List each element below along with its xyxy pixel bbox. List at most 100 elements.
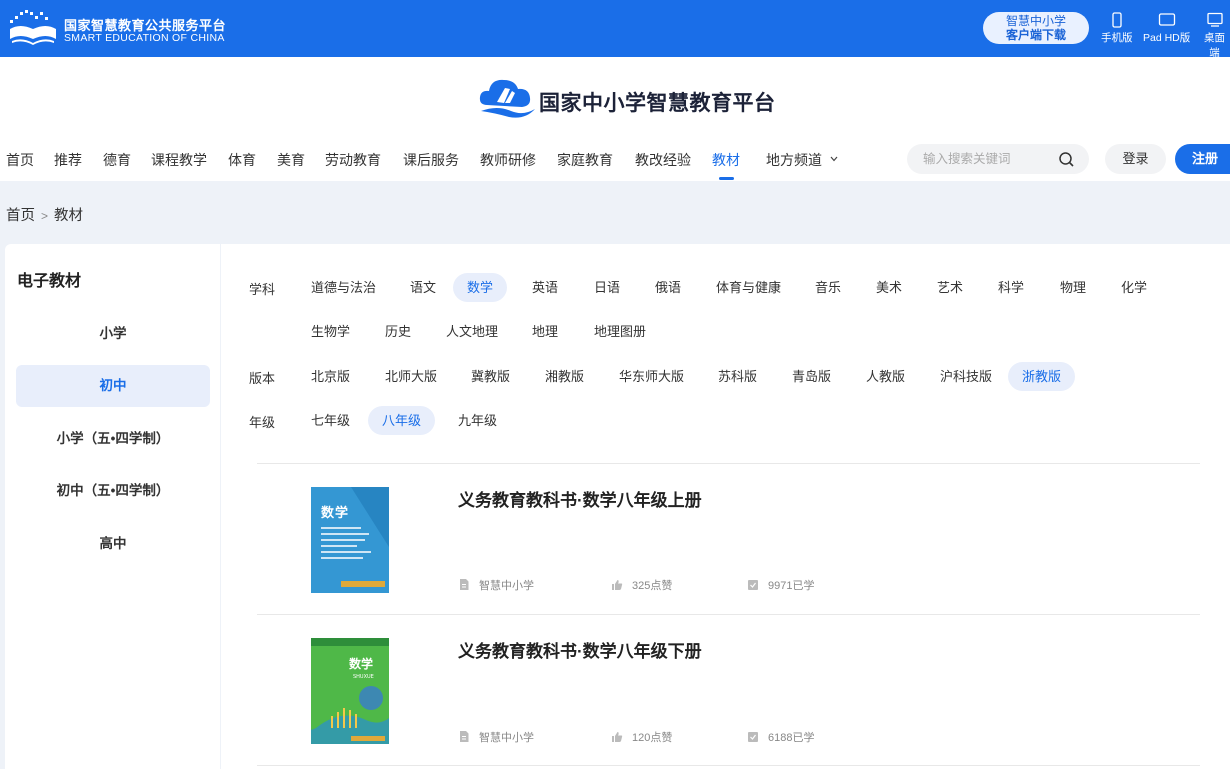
subject-chip-active[interactable]: 数学 <box>453 273 508 302</box>
desktop-icon <box>1206 12 1223 27</box>
subject-chip[interactable]: 生物学 <box>297 317 364 346</box>
edition-chip-active[interactable]: 浙教版 <box>1008 362 1076 391</box>
chevron-down-icon <box>830 156 838 162</box>
list-divider <box>257 463 1200 464</box>
edition-filter-label: 版本 <box>249 371 276 386</box>
nav-item-family[interactable]: 家庭教育 <box>557 150 613 170</box>
subject-chip[interactable]: 化学 <box>1107 273 1161 302</box>
grade-chip-active[interactable]: 八年级 <box>368 406 436 435</box>
subject-chip[interactable]: 道德与法治 <box>297 273 390 302</box>
nav-item-after-school[interactable]: 课后服务 <box>403 150 459 170</box>
svg-text:数学: 数学 <box>349 656 373 671</box>
edition-chip[interactable]: 苏科版 <box>704 362 771 391</box>
book-title[interactable]: 义务教育教科书·数学八年级上册 <box>458 486 702 511</box>
subject-chip[interactable]: 音乐 <box>801 273 855 302</box>
register-button[interactable]: 注册 <box>1175 144 1230 174</box>
thumbs-up-icon <box>612 580 623 590</box>
book-cover-image[interactable]: 数学 SHUXUE <box>311 638 389 744</box>
subject-chip[interactable]: 地理图册 <box>580 317 660 346</box>
book-learners-count: 9971已学 <box>768 580 815 592</box>
mobile-version-label: 手机版 <box>1101 32 1133 44</box>
brand-name-en: SMART EDUCATION OF CHINA <box>64 32 225 44</box>
subject-chip[interactable]: 日语 <box>580 273 634 302</box>
book-source-label: 智慧中小学 <box>479 732 534 744</box>
book-learners: 9971已学 <box>747 577 814 593</box>
book-source: 智慧中小学 <box>458 577 534 593</box>
svg-text:数: 数 <box>321 505 335 521</box>
site-logo-icon[interactable] <box>477 75 537 123</box>
platform-logo-icon[interactable] <box>6 9 60 47</box>
main-content: 学科 道德与法治 语文 数学 英语 日语 俄语 体育与健康 音乐 美术 艺术 科… <box>221 244 1230 769</box>
book-cover-image[interactable]: 数 学 <box>311 487 389 593</box>
study-icon <box>748 732 758 742</box>
subject-chip[interactable]: 地理 <box>518 317 572 346</box>
edition-chip[interactable]: 北京版 <box>297 362 364 391</box>
top-bar: 国家智慧教育公共服务平台 SMART EDUCATION OF CHINA 智慧… <box>0 0 1230 60</box>
svg-text:学: 学 <box>335 505 348 521</box>
mobile-version-link[interactable]: 手机版 <box>1101 12 1133 45</box>
desktop-version-link[interactable]: 桌面端 <box>1199 12 1230 60</box>
nav-item-recommend[interactable]: 推荐 <box>54 150 82 170</box>
edition-chip[interactable]: 沪科技版 <box>926 362 1006 391</box>
breadcrumb-current: 教材 <box>54 208 84 224</box>
phone-icon <box>1112 12 1122 28</box>
breadcrumb-separator: > <box>41 209 49 223</box>
desktop-version-label: 桌面端 <box>1204 32 1225 59</box>
nav-item-sports[interactable]: 体育 <box>228 150 256 170</box>
svg-text:SHUXUE: SHUXUE <box>353 674 374 680</box>
grade-filter-label: 年级 <box>249 415 276 430</box>
subject-chip[interactable]: 艺术 <box>923 273 977 302</box>
download-line2: 客户端下载 <box>1005 28 1066 42</box>
pad-version-label: Pad HD版 <box>1143 32 1191 44</box>
subject-chip[interactable]: 语文 <box>396 273 450 302</box>
sidebar-title: 电子教材 <box>17 273 82 290</box>
client-download-button[interactable]: 智慧中小学 客户端下载 <box>983 12 1089 44</box>
grade-chip[interactable]: 七年级 <box>297 406 364 435</box>
sidebar-item-junior-high[interactable]: 初中 <box>16 365 210 407</box>
edition-chip[interactable]: 人教版 <box>852 362 919 391</box>
site-title: 国家中小学智慧教育平台 <box>539 90 776 115</box>
subject-chip[interactable]: 人文地理 <box>432 317 512 346</box>
list-divider <box>257 614 1200 615</box>
nav-item-arts[interactable]: 美育 <box>277 150 305 170</box>
pad-version-link[interactable]: Pad HD版 <box>1143 12 1190 45</box>
nav-item-labor[interactable]: 劳动教育 <box>325 150 381 170</box>
subject-chip[interactable]: 科学 <box>984 273 1038 302</box>
subject-chip[interactable]: 历史 <box>371 317 425 346</box>
grade-chip[interactable]: 九年级 <box>444 406 511 435</box>
sidebar-item-senior-high[interactable]: 高中 <box>16 523 210 565</box>
nav-item-textbooks[interactable]: 教材 <box>712 150 740 170</box>
search-icon[interactable] <box>1058 151 1075 168</box>
breadcrumb-home[interactable]: 首页 <box>6 208 35 224</box>
nav-item-home[interactable]: 首页 <box>6 150 34 170</box>
sidebar-item-junior-54[interactable]: 初中（五•四学制） <box>16 470 210 512</box>
book-title[interactable]: 义务教育教科书·数学八年级下册 <box>458 637 702 662</box>
nav-item-courses[interactable]: 课程教学 <box>151 150 207 170</box>
subject-chip[interactable]: 物理 <box>1046 273 1100 302</box>
login-button[interactable]: 登录 <box>1105 144 1166 174</box>
edition-chip[interactable]: 湘教版 <box>531 362 598 391</box>
nav-item-teacher-training[interactable]: 教师研修 <box>480 150 536 170</box>
document-icon <box>460 731 469 742</box>
tablet-icon <box>1158 13 1175 26</box>
nav-item-reform[interactable]: 教改经验 <box>635 150 691 170</box>
document-icon <box>460 579 469 590</box>
edition-chip[interactable]: 北师大版 <box>371 362 451 391</box>
edition-chip[interactable]: 青岛版 <box>778 362 845 391</box>
nav-item-local[interactable]: 地方频道 <box>766 150 839 170</box>
search-input[interactable] <box>923 150 1053 168</box>
sidebar-item-primary-54[interactable]: 小学（五•四学制） <box>16 418 210 460</box>
book-learners-count: 6188已学 <box>768 732 815 744</box>
nav-item-moral[interactable]: 德育 <box>103 150 131 170</box>
subject-chip[interactable]: 体育与健康 <box>702 273 795 302</box>
subject-chip[interactable]: 英语 <box>518 273 572 302</box>
edition-chip[interactable]: 华东师大版 <box>605 362 698 391</box>
book-likes-count: 120点赞 <box>632 732 673 744</box>
edition-chip[interactable]: 冀教版 <box>457 362 524 391</box>
subject-chip[interactable]: 俄语 <box>641 273 695 302</box>
book-learners: 6188已学 <box>747 729 814 745</box>
list-divider <box>257 765 1200 766</box>
subject-chip[interactable]: 美术 <box>862 273 916 302</box>
sidebar-item-primary[interactable]: 小学 <box>16 313 210 355</box>
book-source-label: 智慧中小学 <box>479 580 534 592</box>
